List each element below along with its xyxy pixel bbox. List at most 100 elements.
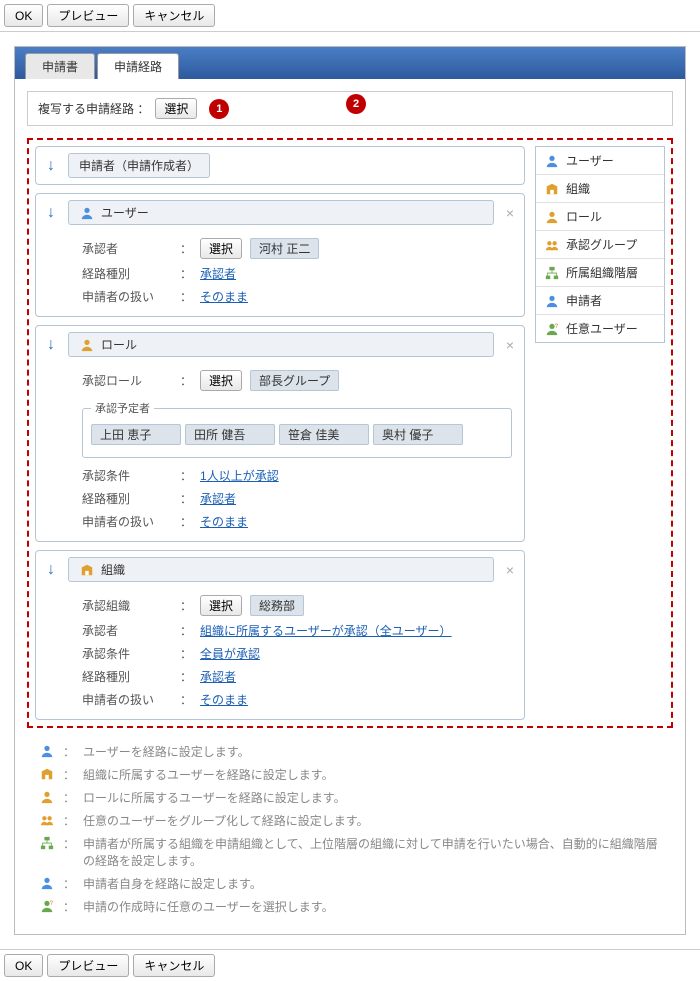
handling-link[interactable]: そのまま xyxy=(200,288,248,305)
legend: ：ユーザーを経路に設定します。：組織に所属するユーザーを経路に設定します。：ロー… xyxy=(39,740,661,918)
callout-2: 2 xyxy=(346,94,366,114)
route-type-link[interactable]: 承認者 xyxy=(200,668,236,685)
approver-name-tag: 笹倉 佳美 xyxy=(279,424,369,445)
svg-text:?: ? xyxy=(50,900,54,907)
anyuser-icon: ? xyxy=(39,898,55,914)
route-block-applicant: ↓ 申請者（申請作成者） xyxy=(35,146,525,185)
field-label: 承認ロール xyxy=(82,372,172,389)
close-icon[interactable]: × xyxy=(502,337,518,353)
legend-text: ユーザーを経路に設定します。 xyxy=(83,743,250,760)
sidebar-item[interactable]: ユーザー xyxy=(536,147,664,175)
approver-tag[interactable]: 河村 正二 xyxy=(250,238,319,259)
condition-link[interactable]: 1人以上が承認 xyxy=(200,467,279,484)
sidebar-item[interactable]: ? 任意ユーザー xyxy=(536,315,664,342)
approver-link[interactable]: 組織に所属するユーザーが承認（全ユーザー） xyxy=(200,622,452,639)
field-label: 承認条件 xyxy=(82,645,172,662)
sidebar-item-label: ユーザー xyxy=(566,152,614,169)
handling-link[interactable]: そのまま xyxy=(200,691,248,708)
cancel-button[interactable]: キャンセル xyxy=(133,954,215,977)
ok-button[interactable]: OK xyxy=(4,954,43,977)
role-icon xyxy=(544,209,560,225)
bottom-toolbar: OK プレビュー キャンセル xyxy=(0,949,700,981)
role-icon xyxy=(39,789,55,805)
arrow-down-icon: ↓ xyxy=(42,157,60,175)
tab-route[interactable]: 申請経路 xyxy=(97,53,179,79)
route-type-link[interactable]: 承認者 xyxy=(200,490,236,507)
legend-row: ：組織に所属するユーザーを経路に設定します。 xyxy=(39,763,661,786)
group-icon xyxy=(544,237,560,253)
role-select-button[interactable]: 選択 xyxy=(200,370,242,391)
anyuser-icon: ? xyxy=(544,321,560,337)
applicant-icon xyxy=(544,293,560,309)
ok-button[interactable]: OK xyxy=(4,4,43,27)
legend-row: ：申請者自身を経路に設定します。 xyxy=(39,872,661,895)
condition-link[interactable]: 全員が承認 xyxy=(200,645,260,662)
org-tag[interactable]: 総務部 xyxy=(250,595,304,616)
route-block-role: ↓ ロール × 承認ロール ： 選択 部長グループ xyxy=(35,325,525,542)
route-canvas: ↓ 申請者（申請作成者） ↓ ユーザー × xyxy=(27,138,673,728)
field-label: 申請者の扱い xyxy=(82,691,172,708)
legend-text: 申請の作成時に任意のユーザーを選択します。 xyxy=(83,898,334,915)
planned-approvers-fieldset: 承認予定者 上田 恵子田所 健吾笹倉 佳美奥村 優子 xyxy=(82,400,512,458)
close-icon[interactable]: × xyxy=(502,562,518,578)
legend-text: 申請者自身を経路に設定します。 xyxy=(83,875,262,892)
sidebar-item-label: 所属組織階層 xyxy=(566,264,638,281)
approver-name-tag: 上田 恵子 xyxy=(91,424,181,445)
group-icon xyxy=(39,812,55,828)
copy-route-select-button[interactable]: 選択 xyxy=(155,98,197,119)
field-label: 承認条件 xyxy=(82,467,172,484)
sidebar-item[interactable]: 組織 xyxy=(536,175,664,203)
role-icon xyxy=(79,337,95,353)
field-label: 申請者の扱い xyxy=(82,288,172,305)
role-tag[interactable]: 部長グループ xyxy=(250,370,339,391)
sidebar-item-label: ロール xyxy=(566,208,602,225)
approver-select-button[interactable]: 選択 xyxy=(200,238,242,259)
sidebar-item[interactable]: 所属組織階層 xyxy=(536,259,664,287)
legend-text: 申請者が所属する組織を申請組織として、上位階層の組織に対して申請を行いたい場合、… xyxy=(83,835,661,869)
tab-bar: 申請書 申請経路 xyxy=(15,47,685,79)
close-icon[interactable]: × xyxy=(502,205,518,221)
legend-row: ：ロールに所属するユーザーを経路に設定します。 xyxy=(39,786,661,809)
org-icon xyxy=(39,766,55,782)
sidebar-item[interactable]: 承認グループ xyxy=(536,231,664,259)
route-block-title: ロール xyxy=(101,336,137,353)
legend-row: ：ユーザーを経路に設定します。 xyxy=(39,740,661,763)
preview-button[interactable]: プレビュー xyxy=(47,4,129,27)
top-toolbar: OK プレビュー キャンセル xyxy=(0,0,700,32)
legend-row: ?：申請の作成時に任意のユーザーを選択します。 xyxy=(39,895,661,918)
field-label: 申請者の扱い xyxy=(82,513,172,530)
user-icon xyxy=(39,743,55,759)
sidebar-item[interactable]: ロール xyxy=(536,203,664,231)
hier-icon xyxy=(544,265,560,281)
sidebar-item-label: 申請者 xyxy=(566,292,602,309)
field-label: 承認者 xyxy=(82,622,172,639)
callout-1: 1 xyxy=(209,99,229,119)
field-label: 経路種別 xyxy=(82,668,172,685)
preview-button[interactable]: プレビュー xyxy=(47,954,129,977)
handling-link[interactable]: そのまま xyxy=(200,513,248,530)
fieldset-legend: 承認予定者 xyxy=(91,400,154,416)
org-select-button[interactable]: 選択 xyxy=(200,595,242,616)
sidebar-item-label: 組織 xyxy=(566,180,590,197)
field-label: 経路種別 xyxy=(82,490,172,507)
user-icon xyxy=(79,205,95,221)
route-block-title: 組織 xyxy=(101,561,125,578)
route-block-title: ユーザー xyxy=(101,204,149,221)
arrow-down-icon: ↓ xyxy=(42,561,60,579)
sidebar-item[interactable]: 申請者 xyxy=(536,287,664,315)
org-icon xyxy=(544,181,560,197)
route-list: ↓ 申請者（申請作成者） ↓ ユーザー × xyxy=(35,146,525,720)
org-icon xyxy=(79,562,95,578)
route-type-link[interactable]: 承認者 xyxy=(200,265,236,282)
approver-name-tag: 奥村 優子 xyxy=(373,424,463,445)
svg-text:?: ? xyxy=(555,323,559,330)
copy-route-label: 複写する申請経路 ： xyxy=(38,100,149,117)
field-label: 承認者 xyxy=(82,240,172,257)
tab-form[interactable]: 申請書 xyxy=(25,53,95,79)
applicant-icon xyxy=(39,875,55,891)
sidebar-item-label: 承認グループ xyxy=(566,236,637,253)
legend-row: ：任意のユーザーをグループ化して経路に設定します。 xyxy=(39,809,661,832)
applicant-title: 申請者（申請作成者） xyxy=(79,157,199,174)
cancel-button[interactable]: キャンセル xyxy=(133,4,215,27)
sidebar-item-label: 任意ユーザー xyxy=(566,320,638,337)
